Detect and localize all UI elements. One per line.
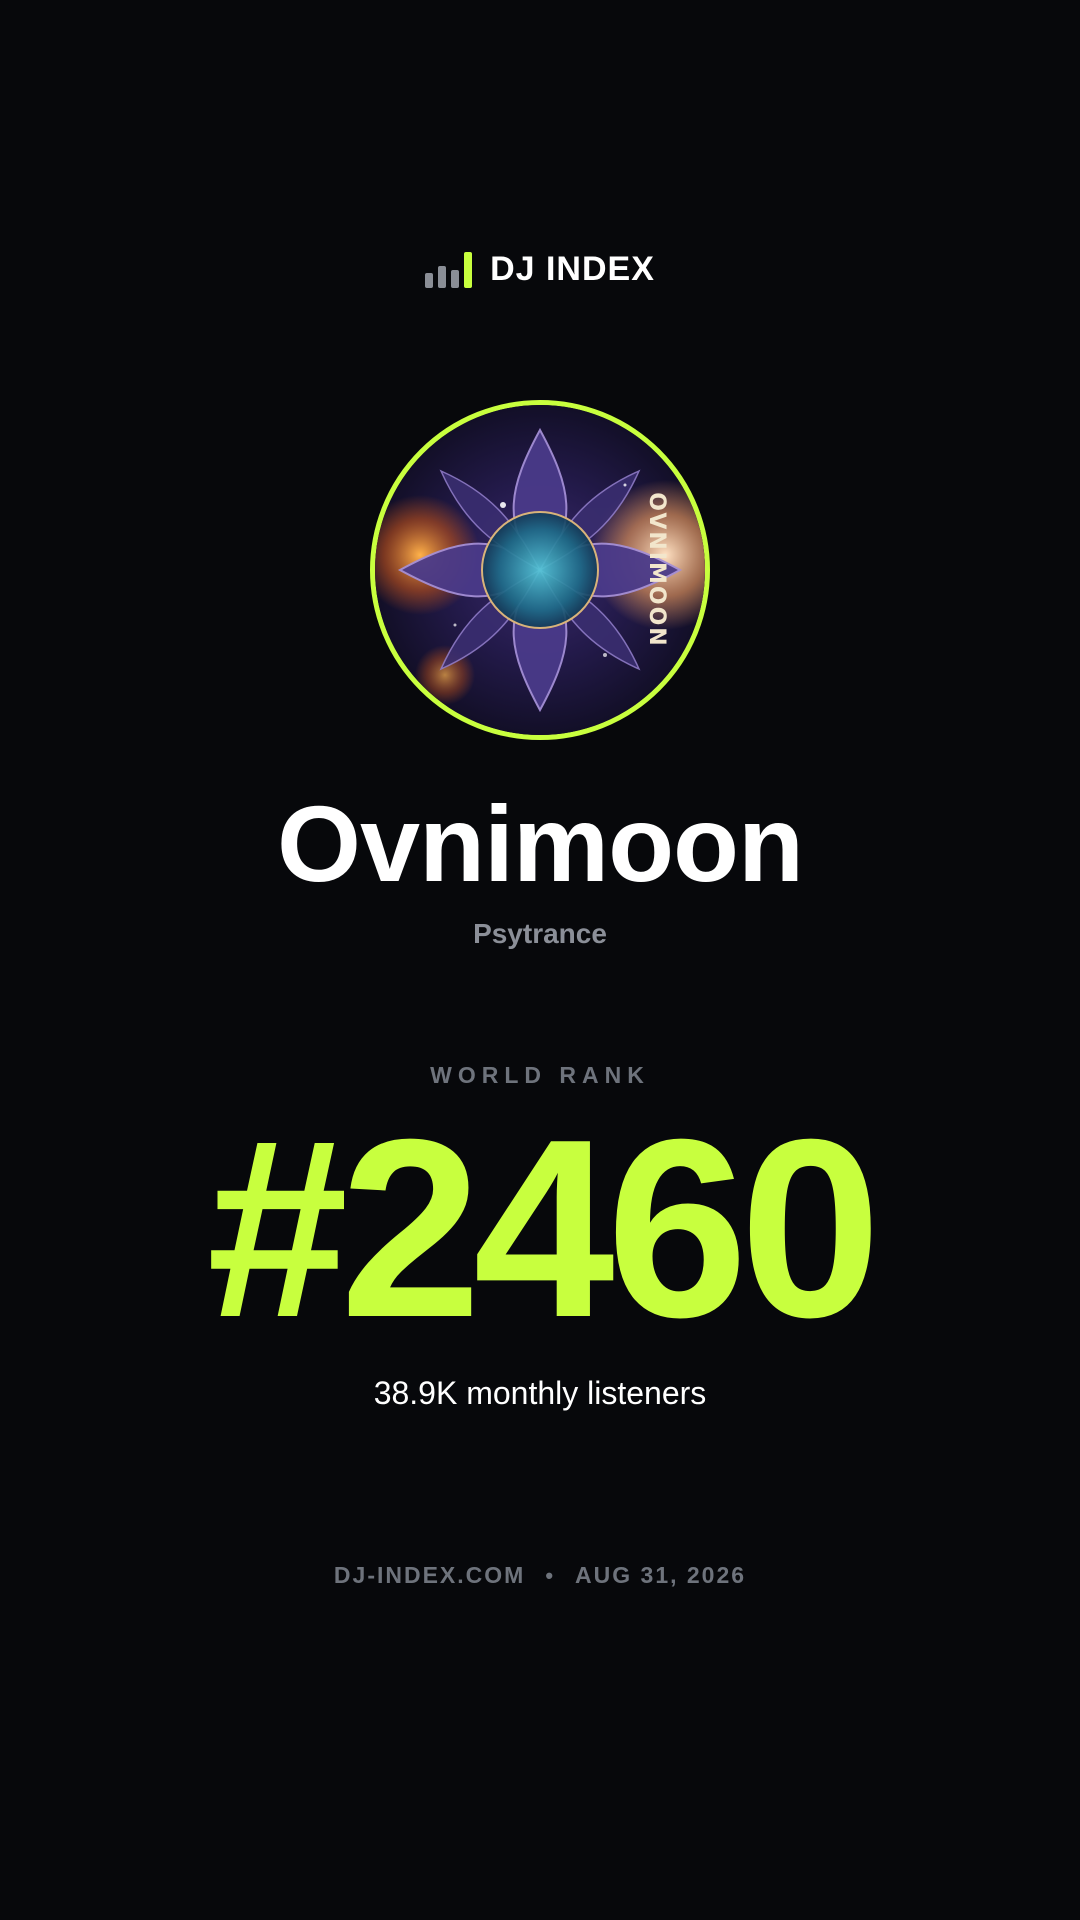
artist-name: Ovnimoon bbox=[277, 783, 804, 904]
brand-header: DJ INDEX bbox=[0, 250, 1080, 289]
monthly-listeners: 38.9K monthly listeners bbox=[373, 1375, 707, 1411]
footer: DJ-INDEX.COM • AUG 31, 2026 bbox=[0, 1562, 1080, 1589]
bar-chart-icon bbox=[425, 251, 473, 288]
world-rank-value: #2460 bbox=[206, 1086, 881, 1370]
brand-name: DJ INDEX bbox=[490, 250, 655, 288]
footer-separator: • bbox=[545, 1562, 556, 1588]
avatar-logo-text: OVNIMOON bbox=[644, 492, 669, 647]
world-rank-label: WORLD RANK bbox=[430, 1062, 650, 1088]
artist-avatar: OVNIMOON bbox=[370, 400, 710, 740]
footer-date: AUG 31, 2026 bbox=[575, 1562, 747, 1588]
artist-genre: Psytrance bbox=[473, 918, 607, 949]
footer-site: DJ-INDEX.COM bbox=[333, 1562, 526, 1588]
